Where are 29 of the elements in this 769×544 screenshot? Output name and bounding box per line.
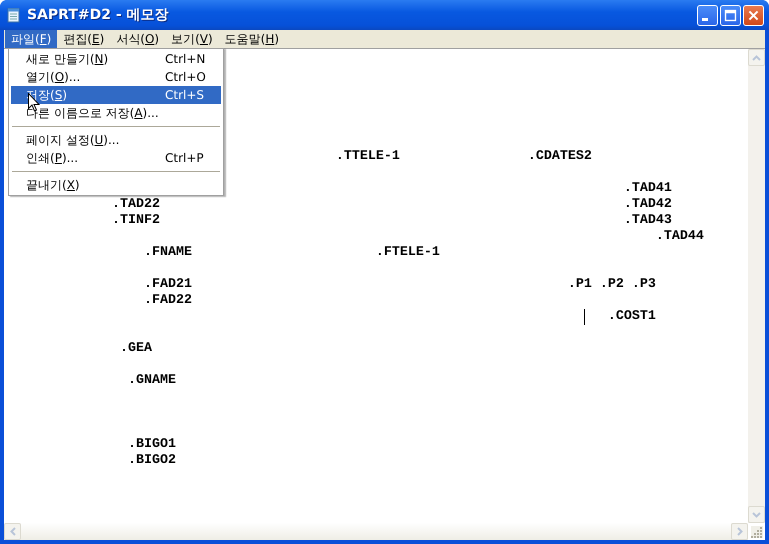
scroll-right-button[interactable] (731, 523, 748, 540)
menu-item[interactable]: 페이지 설정(U)... (11, 131, 221, 149)
menu-bar-item[interactable]: 서식(O) (110, 30, 166, 48)
scroll-up-button[interactable] (748, 49, 765, 66)
window-title: SAPRT#D2 - 메모장 (27, 6, 170, 24)
horizontal-scrollbar[interactable] (4, 523, 748, 540)
chevron-up-icon (752, 54, 761, 60)
resize-grip-icon[interactable] (751, 526, 763, 538)
menu-item[interactable]: 끝내기(X) (11, 176, 221, 194)
menu-bar-item[interactable]: 파일(F) (5, 30, 58, 48)
scroll-left-button[interactable] (4, 523, 21, 540)
vertical-scrollbar[interactable] (748, 49, 765, 523)
menu-item[interactable]: 새로 만들기(N) Ctrl+N (11, 50, 221, 68)
close-button[interactable] (743, 4, 764, 26)
menu-item[interactable]: 인쇄(P)... Ctrl+P (11, 149, 221, 167)
chevron-right-icon (736, 527, 742, 536)
scroll-down-button[interactable] (748, 506, 765, 523)
chevron-left-icon (10, 527, 16, 536)
notepad-icon (6, 7, 22, 23)
minimize-icon (702, 18, 708, 21)
chevron-down-icon (752, 512, 761, 518)
menu-bar-item[interactable]: 편집(E) (57, 30, 110, 48)
menu-bar-item[interactable]: 도움말(H) (218, 30, 286, 48)
text-cursor (584, 309, 585, 325)
minimize-button[interactable] (697, 4, 718, 26)
maximize-button[interactable] (720, 4, 741, 26)
menu-bar-item[interactable]: 보기(V) (165, 30, 219, 48)
menu-item[interactable]: 다른 이름으로 저장(A)... (11, 104, 221, 122)
menu-item[interactable]: 열기(O)... Ctrl+O (11, 68, 221, 86)
